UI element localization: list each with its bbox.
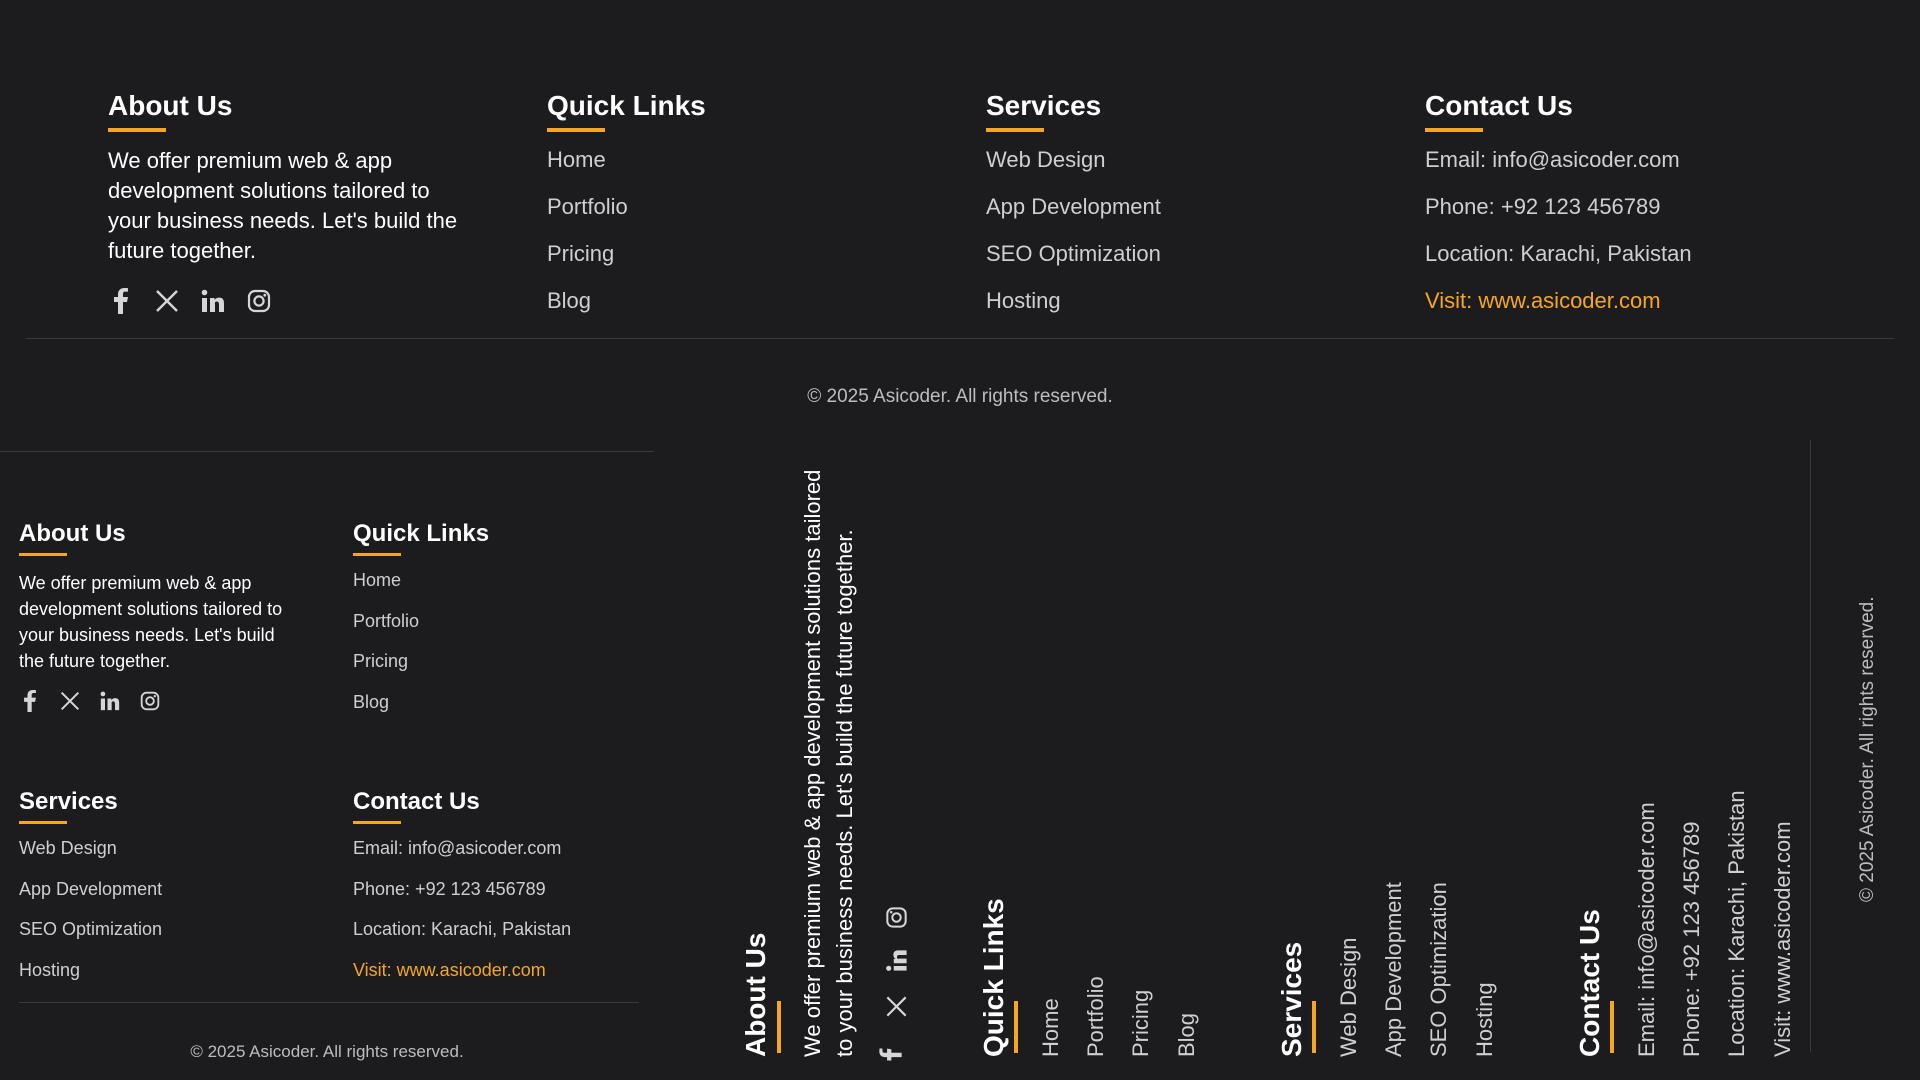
about-text: We offer premium web & app development s…	[19, 573, 283, 671]
copyright: © 2025 Asicoder. All rights reserved.	[190, 1042, 464, 1061]
heading-underline	[986, 128, 1044, 132]
contact-heading-rotated: Contact Us	[1574, 909, 1605, 1057]
x-icon[interactable]	[886, 996, 913, 1018]
contact-heading: Contact Us	[353, 788, 480, 824]
link-hosting[interactable]: Hosting	[986, 277, 1161, 324]
link-portfolio[interactable]: Portfolio	[353, 601, 489, 642]
heading-underline	[19, 821, 67, 824]
x-icon[interactable]	[154, 288, 180, 314]
link-app-development[interactable]: App Development	[1381, 882, 1407, 1057]
quick-links-heading: Quick Links	[353, 520, 489, 556]
services-heading: Services	[19, 788, 118, 824]
social-links	[108, 288, 478, 314]
footer-divider	[1810, 440, 1811, 1052]
link-hosting[interactable]: Hosting	[19, 950, 162, 991]
contact-phone[interactable]: Phone: +92 123 456789	[1679, 821, 1705, 1057]
link-seo-optimization[interactable]: SEO Optimization	[19, 909, 162, 950]
facebook-icon[interactable]	[19, 690, 41, 712]
about-text: We offer premium web & app development s…	[108, 148, 458, 263]
contact-email[interactable]: Email: info@asicoder.com	[1634, 802, 1660, 1057]
heading-underline	[547, 128, 605, 132]
link-portfolio[interactable]: Portfolio	[547, 183, 706, 230]
about-heading-rotated: About Us	[740, 932, 771, 1057]
social-links	[19, 690, 301, 712]
link-pricing[interactable]: Pricing	[353, 641, 489, 682]
contact-phone[interactable]: Phone: +92 123 456789	[1425, 183, 1692, 230]
heading-underline	[777, 1001, 781, 1053]
copyright: © 2025 Asicoder. All rights reserved.	[807, 386, 1113, 407]
link-portfolio[interactable]: Portfolio	[1083, 976, 1109, 1057]
contact-email[interactable]: Email: info@asicoder.com	[1425, 136, 1692, 183]
linkedin-icon[interactable]	[99, 690, 121, 712]
facebook-icon[interactable]	[108, 288, 134, 314]
contact-location: Location: Karachi, Pakistan	[1724, 790, 1749, 1057]
link-web-design[interactable]: Web Design	[986, 136, 1161, 183]
contact-location: Location: Karachi, Pakistan	[353, 919, 572, 939]
copyright: © 2025 Asicoder. All rights reserved.	[1857, 596, 1878, 903]
heading-underline	[1610, 1001, 1614, 1053]
link-pricing[interactable]: Pricing	[1128, 990, 1154, 1057]
services-section: Services Web Design App Development SEO …	[19, 788, 162, 990]
link-app-development[interactable]: App Development	[986, 183, 1161, 230]
instagram-icon[interactable]	[139, 690, 161, 712]
instagram-icon[interactable]	[886, 907, 913, 929]
contact-location: Location: Karachi, Pakistan	[1425, 241, 1692, 266]
services-heading: Services	[986, 90, 1101, 132]
link-pricing[interactable]: Pricing	[547, 230, 706, 277]
contact-email[interactable]: Email: info@asicoder.com	[353, 828, 571, 869]
link-hosting[interactable]: Hosting	[1472, 982, 1498, 1057]
about-heading: About Us	[108, 90, 232, 132]
quick-links-heading-rotated: Quick Links	[978, 898, 1009, 1057]
link-seo-optimization[interactable]: SEO Optimization	[986, 230, 1161, 277]
link-home[interactable]: Home	[1038, 998, 1064, 1057]
footer-top-divider	[0, 451, 654, 452]
heading-underline	[1425, 128, 1483, 132]
quick-links-heading: Quick Links	[547, 90, 706, 132]
contact-section: Contact Us Email: info@asicoder.com Phon…	[353, 788, 571, 990]
contact-visit-link[interactable]: Visit: www.asicoder.com	[1770, 821, 1796, 1057]
services-section: Services Web Design App Development SEO …	[986, 90, 1161, 324]
heading-underline	[108, 128, 166, 132]
contact-visit-link[interactable]: Visit: www.asicoder.com	[353, 950, 571, 991]
linkedin-icon[interactable]	[200, 288, 226, 314]
contact-section: Contact Us Email: info@asicoder.com Phon…	[1425, 90, 1692, 324]
about-section: About Us We offer premium web & app deve…	[108, 90, 478, 314]
link-blog[interactable]: Blog	[547, 277, 706, 324]
about-heading: About Us	[19, 520, 126, 556]
heading-underline	[1312, 1001, 1316, 1053]
link-home[interactable]: Home	[353, 560, 489, 601]
link-seo-optimization[interactable]: SEO Optimization	[1426, 882, 1452, 1057]
quick-links-section: Quick Links Home Portfolio Pricing Blog	[353, 520, 489, 722]
link-web-design[interactable]: Web Design	[19, 828, 162, 869]
about-text-line-1: We offer premium web & app development s…	[800, 469, 825, 1057]
link-home[interactable]: Home	[547, 136, 706, 183]
x-icon[interactable]	[59, 690, 81, 712]
contact-heading: Contact Us	[1425, 90, 1573, 132]
contact-visit-link[interactable]: Visit: www.asicoder.com	[1425, 277, 1692, 324]
heading-underline	[19, 553, 67, 556]
heading-underline	[1014, 1001, 1018, 1053]
about-text-line-2: to your business needs. Let's build the …	[832, 529, 857, 1057]
contact-phone[interactable]: Phone: +92 123 456789	[353, 869, 571, 910]
link-blog[interactable]: Blog	[353, 682, 489, 723]
footer-divider	[19, 1002, 639, 1003]
quick-links-section: Quick Links Home Portfolio Pricing Blog	[547, 90, 706, 324]
heading-underline	[353, 553, 401, 556]
about-section: About Us We offer premium web & app deve…	[19, 520, 301, 712]
linkedin-icon[interactable]	[886, 950, 913, 972]
services-heading-rotated: Services	[1276, 941, 1307, 1057]
facebook-icon[interactable]	[879, 1048, 908, 1061]
link-blog[interactable]: Blog	[1174, 1013, 1200, 1057]
link-app-development[interactable]: App Development	[19, 869, 162, 910]
footer-divider	[26, 338, 1894, 339]
heading-underline	[353, 821, 401, 824]
link-web-design[interactable]: Web Design	[1336, 938, 1362, 1057]
instagram-icon[interactable]	[246, 288, 272, 314]
